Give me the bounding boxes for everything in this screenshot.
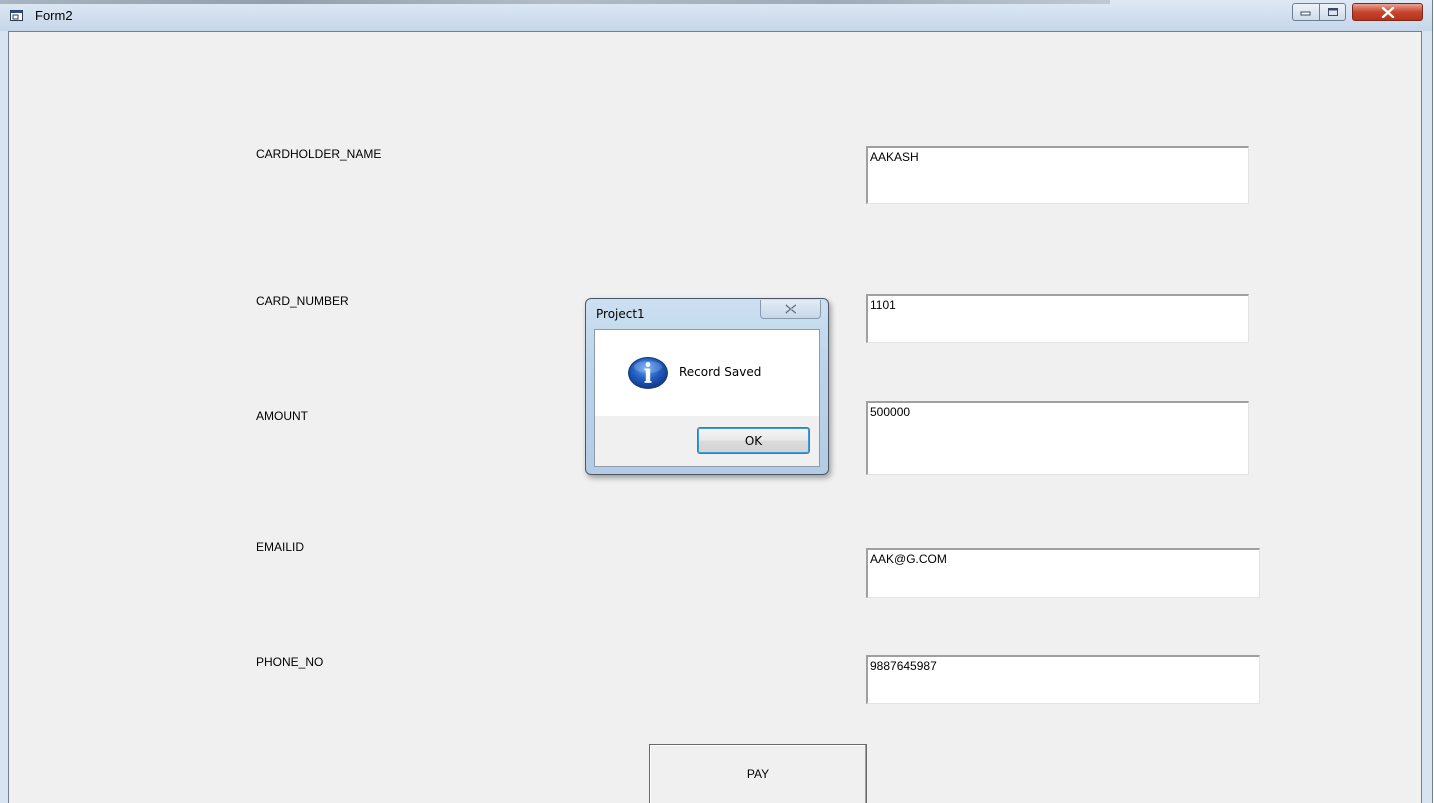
screen: Form2 CARDHOLDER_NAME CARD_NUMBER AMOUNT… xyxy=(0,0,1434,803)
dialog-message-area: Record Saved xyxy=(595,330,819,416)
info-icon xyxy=(628,357,668,389)
dialog-close-button[interactable] xyxy=(760,300,821,319)
message-box-dialog: Project1 Record Saved OK xyxy=(585,298,829,475)
minimize-icon xyxy=(1300,11,1311,16)
window-title: Form2 xyxy=(35,8,73,23)
phone-no-label: PHONE_NO xyxy=(256,655,324,669)
maximize-icon xyxy=(1327,8,1338,16)
phone-no-input[interactable]: 9887645987 xyxy=(866,655,1260,704)
card-number-input[interactable]: 1101 xyxy=(866,294,1249,343)
ok-button[interactable]: OK xyxy=(697,427,810,454)
maximize-button[interactable] xyxy=(1319,3,1346,21)
dialog-title: Project1 xyxy=(596,307,645,321)
emailid-input[interactable]: AAK@G.COM xyxy=(866,548,1260,598)
dialog-message: Record Saved xyxy=(679,365,762,379)
minimize-button[interactable] xyxy=(1292,3,1319,21)
dialog-body: Record Saved OK xyxy=(594,329,820,467)
close-button[interactable] xyxy=(1352,3,1423,21)
form-icon xyxy=(10,10,23,21)
pay-button[interactable]: PAY xyxy=(649,744,867,803)
emailid-label: EMAILID xyxy=(256,540,305,554)
title-bar[interactable]: Form2 xyxy=(0,0,1432,31)
amount-input[interactable]: 500000 xyxy=(866,401,1249,475)
background-strip xyxy=(0,0,1110,4)
close-icon xyxy=(785,304,797,314)
card-number-label: CARD_NUMBER xyxy=(256,294,349,308)
cardholder-name-label: CARDHOLDER_NAME xyxy=(256,147,382,161)
cardholder-name-input[interactable]: AAKASH xyxy=(866,146,1249,204)
amount-label: AMOUNT xyxy=(256,409,308,423)
close-icon xyxy=(1381,6,1394,18)
